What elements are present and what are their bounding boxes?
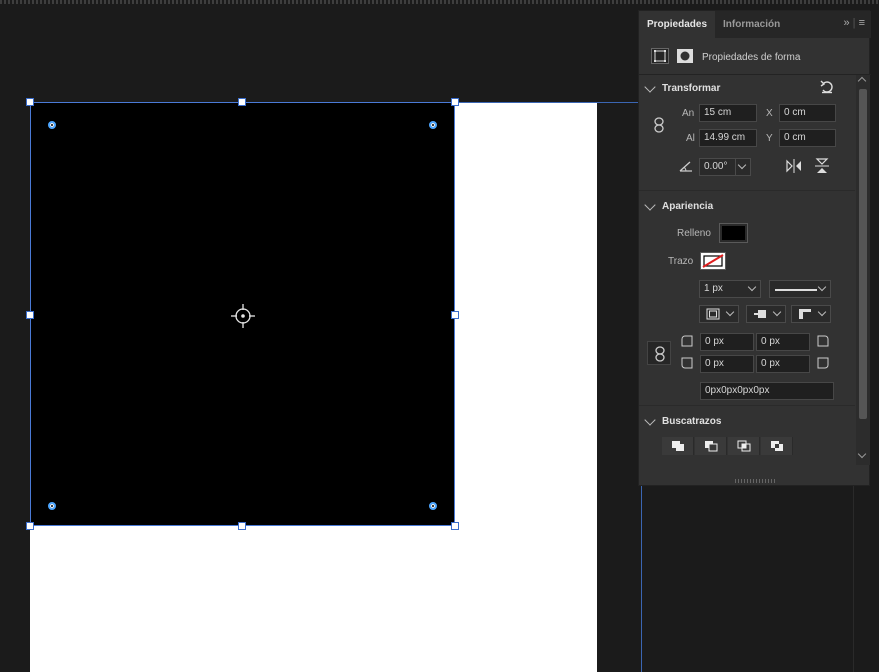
width-label: An [682, 108, 695, 119]
handle-top-center[interactable] [238, 98, 246, 106]
handle-bottom-right[interactable] [451, 522, 459, 530]
x-field[interactable]: 0 cm [779, 104, 836, 122]
stroke-label: Trazo [668, 256, 694, 267]
corner-radius-combined[interactable]: 0px0px0px0px [700, 382, 834, 400]
panel-menu[interactable]: » | ≡ [843, 17, 865, 29]
guide-horizontal [455, 102, 641, 103]
divider [639, 405, 855, 406]
stroke-align-icon [706, 308, 720, 320]
handle-middle-right[interactable] [451, 311, 459, 319]
corner-shape-bl-icon[interactable] [681, 357, 693, 369]
stroke-align-dropdown[interactable] [699, 305, 739, 323]
stroke-width-dropdown[interactable]: 1 px [699, 280, 761, 298]
unite-icon [672, 441, 684, 451]
section-title: Buscatrazos [662, 416, 722, 427]
handle-top-right[interactable] [451, 98, 459, 106]
expand-icon[interactable]: » [843, 17, 849, 29]
stroke-cap-dropdown[interactable] [746, 305, 786, 323]
fill-swatch[interactable] [719, 223, 748, 243]
chevron-down-icon [644, 81, 656, 93]
stroke-join-dropdown[interactable] [791, 305, 831, 323]
section-title: Transformar [662, 83, 721, 94]
corner-radius-tl[interactable]: 0 px [700, 333, 754, 351]
scroll-thumb[interactable] [859, 89, 867, 419]
scroll-up-icon[interactable] [857, 76, 867, 86]
shape-properties-icon[interactable] [651, 48, 669, 64]
height-field[interactable]: 14.99 cm [699, 129, 757, 147]
intersect-icon [737, 440, 751, 452]
canvas-workspace[interactable]: Propiedades Información » | ≡ Propiedade… [0, 0, 879, 672]
x-label: X [766, 108, 773, 119]
properties-mode-bar: Propiedades de forma [639, 38, 871, 75]
flip-vertical-icon[interactable] [815, 158, 829, 174]
pathfinder-exclude-button[interactable] [761, 437, 793, 455]
divider [639, 190, 855, 191]
stroke-swatch[interactable] [700, 252, 726, 270]
handle-middle-left[interactable] [26, 311, 34, 319]
corner-shape-br-icon[interactable] [817, 357, 829, 369]
chevron-down-icon [644, 199, 656, 211]
reset-icon[interactable] [820, 80, 834, 94]
section-title: Apariencia [662, 201, 714, 212]
scroll-down-icon[interactable] [857, 449, 867, 459]
link-icon[interactable] [653, 117, 665, 133]
mode-label: Propiedades de forma [702, 52, 801, 63]
tab-properties[interactable]: Propiedades [639, 11, 716, 38]
y-field[interactable]: 0 cm [779, 129, 836, 147]
flip-horizontal-icon[interactable] [786, 159, 802, 173]
corner-radius-widget-tr[interactable] [429, 121, 437, 129]
stroke-cap-icon [754, 310, 766, 318]
link-icon [655, 346, 665, 362]
handle-bottom-center[interactable] [238, 522, 246, 530]
stroke-width-value: 1 px [704, 283, 723, 294]
tab-info[interactable]: Información [715, 11, 788, 38]
panel-resize-grip[interactable] [735, 479, 775, 483]
menu-icon[interactable]: ≡ [859, 17, 865, 29]
fill-label: Relleno [677, 228, 711, 239]
angle-icon [679, 161, 692, 172]
exclude-icon [771, 441, 783, 451]
corner-radius-bl[interactable]: 0 px [700, 355, 754, 373]
stroke-style-line [775, 289, 817, 291]
corner-radius-widget-tl[interactable] [48, 121, 56, 129]
rotation-dropdown[interactable] [735, 158, 751, 176]
width-field[interactable]: 15 cm [699, 104, 757, 122]
chevron-down-icon [644, 414, 656, 426]
panel-tab-bar: Propiedades Información » | ≡ [639, 11, 871, 38]
corner-radius-widget-br[interactable] [429, 502, 437, 510]
guide-vertical-2 [853, 480, 854, 672]
corner-radius-widget-bl[interactable] [48, 502, 56, 510]
corner-shape-tr-icon[interactable] [817, 335, 829, 347]
handle-bottom-left[interactable] [26, 522, 34, 530]
ruler-edge [0, 0, 879, 4]
height-label: Al [686, 133, 695, 144]
rotation-angle-value: 0.00° [704, 161, 728, 172]
minus-front-icon [705, 441, 718, 452]
handle-top-left[interactable] [26, 98, 34, 106]
section-appearance[interactable]: Apariencia [639, 199, 855, 219]
corner-radius-tr[interactable]: 0 px [756, 333, 810, 351]
pathfinder-intersect-button[interactable] [728, 437, 760, 455]
stroke-join-icon [799, 309, 811, 319]
corner-link-button[interactable] [647, 341, 671, 365]
corner-shape-tl-icon[interactable] [681, 335, 693, 347]
center-point-icon[interactable] [231, 304, 255, 328]
panel-scrollbar[interactable] [856, 75, 870, 465]
pathfinder-minus-front-button[interactable] [695, 437, 727, 455]
mask-properties-icon[interactable] [676, 48, 694, 64]
section-pathfinder[interactable]: Buscatrazos [639, 414, 855, 434]
properties-panel: Propiedades Información » | ≡ Propiedade… [638, 10, 871, 486]
pathfinder-unite-button[interactable] [662, 437, 694, 455]
y-label: Y [766, 133, 773, 144]
corner-radius-br[interactable]: 0 px [756, 355, 810, 373]
stroke-style-dropdown[interactable] [769, 280, 831, 298]
